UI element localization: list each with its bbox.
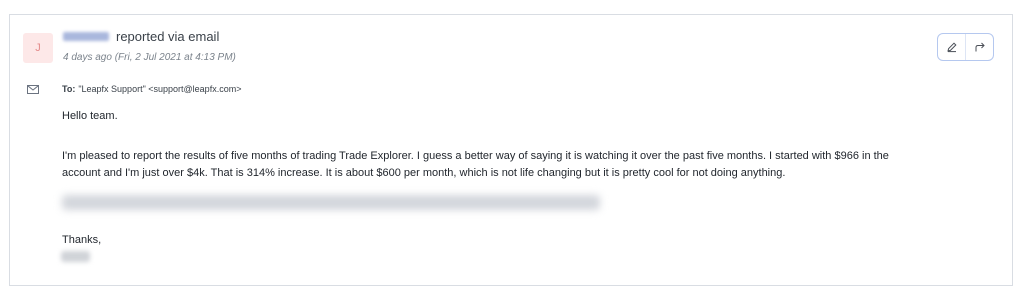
envelope-icon	[27, 85, 39, 94]
timestamp: 4 days ago (Fri, 2 Jul 2021 at 4:13 PM)	[63, 52, 236, 63]
ticket-conversation-card: J reported via email 4 days ago (Fri, 2 …	[9, 14, 1013, 286]
to-address: "Leapfx Support" <support@leapfx.com>	[78, 84, 242, 94]
email-paragraph-line-1: I'm pleased to report the results of fiv…	[62, 150, 889, 162]
conversation-actions	[937, 33, 994, 61]
email-greeting: Hello team.	[62, 110, 118, 122]
requester-name-redacted	[63, 32, 109, 41]
pencil-icon	[946, 42, 957, 53]
redacted-text-line	[62, 195, 600, 210]
forward-arrow-icon	[975, 42, 985, 52]
to-label: To:	[62, 84, 76, 94]
edit-button[interactable]	[938, 34, 965, 60]
to-recipient-line: To: "Leapfx Support" <support@leapfx.com>	[62, 84, 241, 94]
email-signoff: Thanks,	[62, 234, 102, 246]
email-paragraph-line-2: account and I'm just over $4k. That is 3…	[62, 167, 786, 179]
forward-button[interactable]	[965, 34, 993, 60]
reported-via-label: reported via email	[116, 29, 220, 44]
requester-avatar: J	[23, 33, 53, 63]
redacted-signature	[61, 251, 90, 262]
